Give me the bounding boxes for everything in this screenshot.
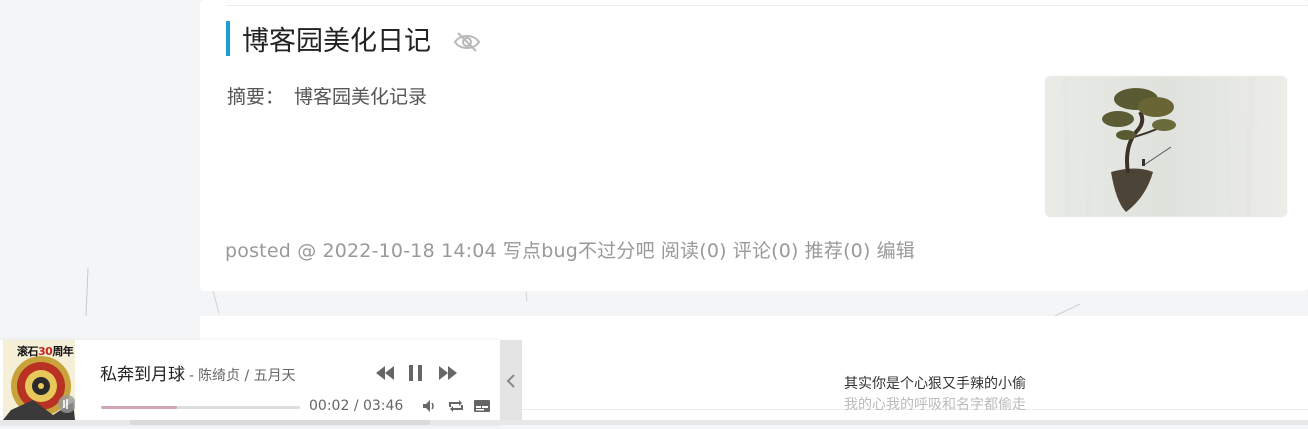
read-count: 阅读(0) (660, 240, 727, 262)
lyrics-icon[interactable] (473, 398, 491, 414)
song-separator: - (189, 368, 195, 384)
post-title[interactable]: 博客园美化日记 (242, 24, 431, 60)
title-accent-bar (226, 21, 230, 56)
current-time: 00:02 (309, 398, 350, 414)
volume-icon[interactable] (421, 398, 437, 414)
album-cover[interactable]: 滚石30周年 (3, 340, 75, 420)
thumbnail-image (1046, 77, 1286, 216)
lyric-next-line: 我的心我的呼吸和名字都偷走 (844, 397, 1026, 413)
edit-link[interactable]: 编辑 (877, 240, 915, 262)
lyric-current-line: 其实你是个心狠又手辣的小偷 (844, 376, 1026, 392)
summary-text: 博客园美化记录 (294, 86, 428, 108)
post-datetime[interactable]: 2022-10-18 14:04 (322, 240, 496, 262)
summary-label: 摘要： (227, 86, 285, 108)
skip-forward-icon[interactable] (437, 362, 459, 384)
eye-slash-icon (453, 32, 481, 52)
song-info: 私奔到月球 - 陈绮贞 / 五月天 (100, 360, 296, 385)
song-artist: 陈绮贞 / 五月天 (198, 368, 296, 384)
chevron-left-icon (506, 374, 515, 388)
album-cover-text: 滚石30周年 (17, 345, 74, 358)
post-thumbnail[interactable] (1046, 77, 1286, 216)
post-card: 博客园美化日记 摘要： 博客园美化记录 posted @ 2022-10-18 … (200, 0, 1308, 291)
meta-prefix: posted @ (225, 240, 317, 262)
horizontal-scrollbar[interactable] (0, 420, 1308, 425)
player-collapse-button[interactable] (500, 340, 522, 425)
time-display: 00:02 / 03:46 (309, 398, 403, 414)
post-author[interactable]: 写点bug不过分吧 (503, 240, 655, 262)
total-time: 03:46 (362, 398, 404, 414)
comment-count[interactable]: 评论(0) (733, 240, 799, 262)
skip-back-icon[interactable] (374, 362, 396, 384)
music-player: 滚石30周年 私奔到月球 - 陈绮贞 / 五月天 00:02 / 03:46 (0, 340, 500, 425)
divider (226, 5, 1308, 6)
loop-icon[interactable] (447, 398, 465, 414)
song-title: 私奔到月球 (100, 365, 185, 385)
progress-fill (101, 406, 177, 409)
scrollbar-thumb[interactable] (130, 420, 430, 425)
progress-bar[interactable] (101, 406, 300, 409)
pause-icon[interactable] (406, 362, 426, 384)
post-meta: posted @2022-10-18 14:04 写点bug不过分吧 阅读(0) 评论… (225, 236, 921, 263)
post-summary: 摘要： 博客园美化记录 (227, 82, 427, 109)
recommend-count: 推荐(0) (804, 240, 871, 262)
time-separator: / (353, 398, 359, 414)
